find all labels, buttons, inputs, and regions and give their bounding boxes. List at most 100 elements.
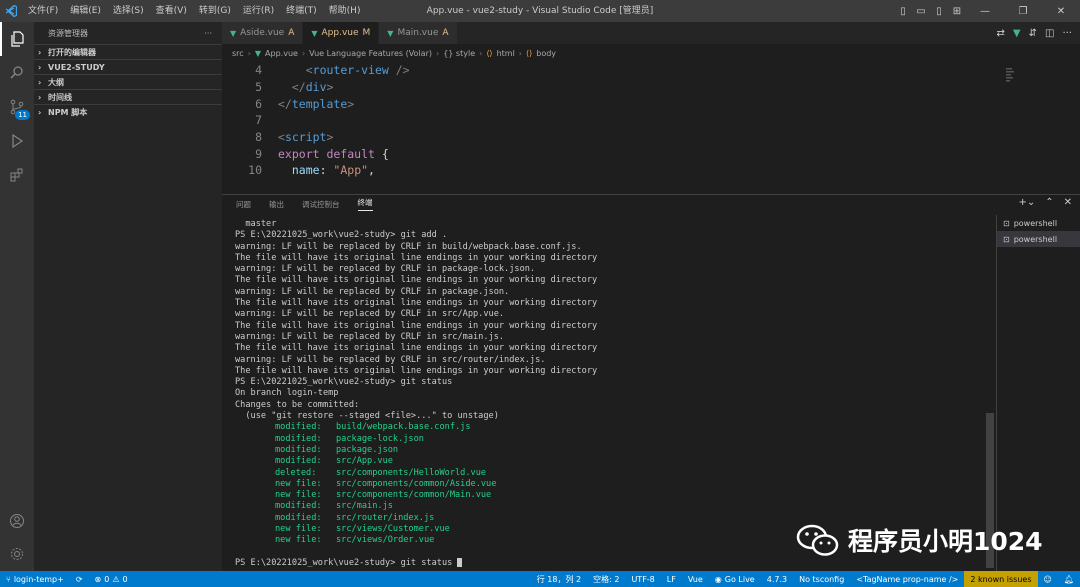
vue-file-icon: ▼ bbox=[311, 28, 318, 38]
close-panel-icon[interactable]: ✕ bbox=[1064, 197, 1072, 208]
split-editor-icon[interactable]: ◫ bbox=[1045, 28, 1054, 39]
breadcrumb-item[interactable]: Vue Language Features (Volar) bbox=[309, 49, 432, 58]
restore-button[interactable]: ❐ bbox=[1004, 6, 1042, 17]
terminal-line: warning: LF will be replaced by CRLF in … bbox=[235, 286, 510, 297]
menu-selection[interactable]: 选择(S) bbox=[107, 0, 150, 22]
terminal-line: The file will have its original line end… bbox=[235, 275, 598, 286]
vscode-logo-icon bbox=[0, 0, 22, 22]
terminal-item-selected[interactable]: ⊡ powershell bbox=[997, 231, 1080, 247]
minimize-button[interactable]: — bbox=[966, 6, 1004, 17]
code-line: 6 </template> bbox=[255, 96, 355, 111]
breadcrumb-item[interactable]: html bbox=[497, 49, 515, 58]
account-icon[interactable] bbox=[0, 504, 34, 538]
extensions-icon[interactable] bbox=[0, 158, 34, 192]
change-kind: modified: bbox=[275, 501, 322, 512]
status-right: 行 18，列 2 空格: 2 UTF-8 LF Vue ◉ Go Live 4.7… bbox=[531, 571, 1080, 587]
tab-main-vue[interactable]: ▼ Main.vue A bbox=[379, 22, 458, 44]
menu-run[interactable]: 运行(R) bbox=[237, 0, 280, 22]
code-editor[interactable]: 4 <router-view /> 5 </div> 6 </template> … bbox=[222, 62, 1080, 179]
terminal-prompt: PS E:\20221025_work\vue2-study> git stat… bbox=[235, 557, 995, 569]
menu-go[interactable]: 转到(G) bbox=[193, 0, 237, 22]
change-path: src/views/Customer.vue bbox=[336, 524, 450, 535]
menu-terminal[interactable]: 终端(T) bbox=[280, 0, 323, 22]
section-outline[interactable]: › 大纲 bbox=[34, 74, 222, 89]
menu-file[interactable]: 文件(F) bbox=[22, 0, 64, 22]
change-kind: new file: bbox=[275, 524, 322, 535]
toggle-panel-icon[interactable]: ▭ bbox=[912, 6, 930, 17]
menu-view[interactable]: 查看(V) bbox=[150, 0, 193, 22]
tag-name-case[interactable]: <TagName prop-name /> bbox=[850, 575, 964, 584]
section-open-editors[interactable]: › 打开的编辑器 bbox=[34, 44, 222, 59]
chevron-up-icon[interactable]: ⌃ bbox=[1045, 197, 1053, 208]
minimap[interactable] bbox=[1006, 68, 1066, 118]
feedback-icon[interactable]: ☺ bbox=[1038, 575, 1058, 584]
more-actions-icon[interactable]: ··· bbox=[204, 29, 212, 38]
editor-tabs: ▼ Aside.vue A ▼ App.vue M ▼ Main.vue A ⇄… bbox=[222, 22, 1080, 44]
terminal-line: The file will have its original line end… bbox=[235, 365, 598, 376]
terminal-output[interactable]: master PS E:\20221025_work\vue2-study> gi… bbox=[235, 219, 995, 569]
tsconfig-status[interactable]: No tsconfig bbox=[793, 575, 850, 584]
section-npm-scripts[interactable]: › NPM 脚本 bbox=[34, 104, 222, 119]
terminal-cursor bbox=[457, 557, 463, 567]
search-icon[interactable] bbox=[0, 56, 34, 90]
indentation[interactable]: 空格: 2 bbox=[587, 574, 625, 585]
compare-changes-icon[interactable]: ⇄ bbox=[997, 28, 1005, 39]
close-button[interactable]: ✕ bbox=[1042, 6, 1080, 17]
ts-version[interactable]: 4.7.3 bbox=[761, 575, 793, 584]
sidebar-header: 资源管理器 ··· bbox=[34, 22, 222, 44]
cursor-position[interactable]: 行 18，列 2 bbox=[531, 574, 587, 585]
explorer-icon[interactable] bbox=[0, 22, 34, 56]
tab-debug-console[interactable]: 调试控制台 bbox=[302, 199, 340, 210]
language-mode[interactable]: Vue bbox=[682, 575, 709, 584]
new-terminal-icon[interactable]: +⌄ bbox=[1018, 197, 1035, 208]
notifications-bell-icon[interactable]: 🔔︎ bbox=[1058, 575, 1080, 584]
problems-status[interactable]: ⊗ 0 ⚠ 0 bbox=[89, 575, 134, 584]
section-timeline[interactable]: › 时间线 bbox=[34, 89, 222, 104]
terminal-line: master bbox=[235, 219, 277, 229]
change-path: package.json bbox=[336, 444, 399, 455]
toggle-sidebar-icon[interactable]: ▯ bbox=[894, 6, 912, 17]
menu-help[interactable]: 帮助(H) bbox=[323, 0, 367, 22]
more-actions-icon[interactable]: ··· bbox=[1062, 28, 1072, 39]
tab-app-vue[interactable]: ▼ App.vue M bbox=[303, 22, 380, 44]
breadcrumb-item[interactable]: body bbox=[536, 49, 556, 58]
terminal-change-line: modified: build/webpack.base.conf.js bbox=[235, 422, 995, 433]
change-kind: modified: bbox=[275, 456, 322, 467]
sync-icon[interactable]: ⟳ bbox=[70, 575, 89, 584]
section-workspace[interactable]: › VUE2-STUDY bbox=[34, 59, 222, 74]
layout-icon[interactable]: ⊞ bbox=[948, 6, 966, 17]
terminal-change-line: modified: package.json bbox=[235, 445, 995, 456]
change-kind: new file: bbox=[275, 535, 322, 546]
settings-gear-icon[interactable] bbox=[0, 537, 34, 571]
source-control-icon[interactable]: 11 bbox=[0, 90, 34, 124]
terminal-item[interactable]: ⊡ powershell bbox=[997, 215, 1080, 231]
code-line: 4 <router-view /> bbox=[255, 63, 410, 78]
breadcrumb-item[interactable]: src bbox=[232, 49, 244, 58]
bottom-panel: 问题 输出 调试控制台 终端 +⌄ ⌃ ✕ master PS E:\202210… bbox=[222, 194, 1080, 572]
scm-badge: 11 bbox=[15, 110, 30, 120]
breadcrumb-item[interactable]: App.vue bbox=[265, 49, 298, 58]
branch-status[interactable]: ⑂ login-temp+ bbox=[0, 575, 70, 584]
go-live-button[interactable]: ◉ Go Live bbox=[709, 575, 761, 584]
known-issues-badge[interactable]: 2 known issues bbox=[964, 571, 1038, 587]
toggle-secondary-sidebar-icon[interactable]: ▯ bbox=[930, 6, 948, 17]
run-debug-icon[interactable] bbox=[0, 124, 34, 158]
menu-edit[interactable]: 编辑(E) bbox=[64, 0, 107, 22]
end-of-line[interactable]: LF bbox=[661, 575, 682, 584]
chevron-right-icon: › bbox=[518, 48, 522, 58]
tab-terminal[interactable]: 终端 bbox=[357, 197, 373, 211]
tab-problems[interactable]: 问题 bbox=[236, 199, 251, 210]
vue-split-icon[interactable]: ▼ bbox=[1013, 28, 1021, 39]
terminal-change-line: new file: src/components/common/Main.vue bbox=[235, 490, 995, 501]
encoding[interactable]: UTF-8 bbox=[625, 575, 660, 584]
tab-output[interactable]: 输出 bbox=[269, 199, 284, 210]
chevron-right-icon: › bbox=[479, 48, 483, 58]
vue-file-icon: ▼ bbox=[254, 48, 262, 58]
tab-aside-vue[interactable]: ▼ Aside.vue A bbox=[222, 22, 304, 44]
open-changes-icon[interactable]: ⇵ bbox=[1029, 28, 1037, 39]
prompt-text: PS E:\20221025_work\vue2-study> git stat… bbox=[235, 557, 458, 568]
change-path: src/App.vue bbox=[336, 456, 393, 467]
breadcrumb: src › ▼ App.vue › Vue Language Features … bbox=[222, 44, 1080, 62]
breadcrumb-item[interactable]: {} style bbox=[443, 49, 475, 58]
terminal-icon: ⊡ bbox=[1003, 234, 1010, 244]
